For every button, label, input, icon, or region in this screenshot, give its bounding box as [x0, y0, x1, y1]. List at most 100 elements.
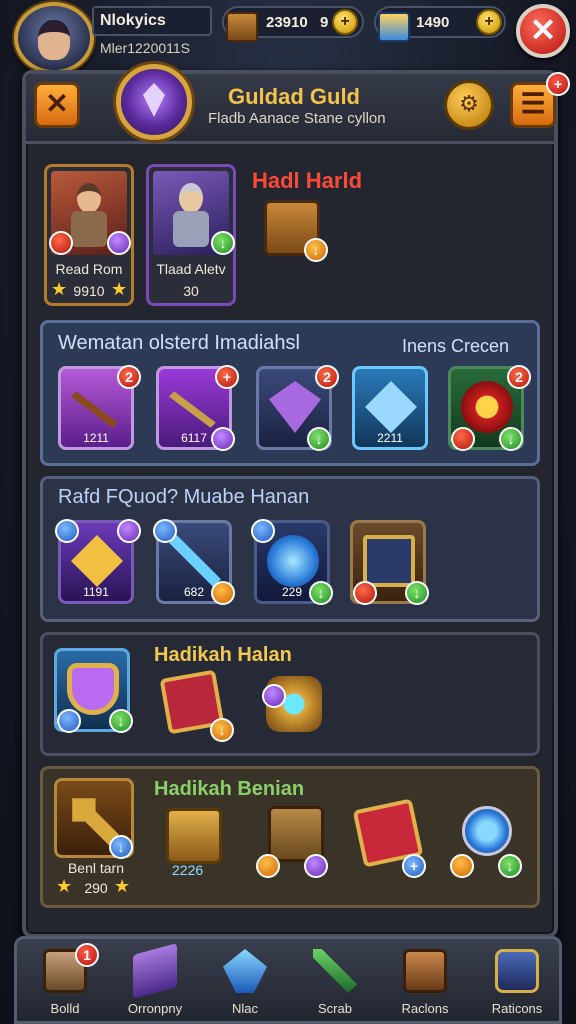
- orange-gem-icon: ↓: [210, 718, 234, 742]
- gold-crystal-icon: [71, 535, 123, 587]
- player-avatar[interactable]: [14, 2, 94, 74]
- guild-subtitle: Fladb Aanace Stane cyllon: [208, 110, 386, 127]
- menu-notification-badge: +: [546, 72, 570, 96]
- nav-item-nlac[interactable]: Nlac: [197, 939, 293, 1023]
- blue-star-icon[interactable]: [462, 806, 512, 856]
- blue-gem-icon: [223, 949, 267, 993]
- nav-label: Nlac: [231, 1001, 258, 1016]
- item-material-1[interactable]: 1191: [55, 519, 141, 604]
- blue-staff-icon: [169, 535, 221, 587]
- golden-hammer-icon: [72, 798, 119, 845]
- section-weapons-title: Wematan olsterd Imadiahsl: [58, 332, 300, 354]
- hero-name-2: Tlaad Aletv: [156, 261, 226, 277]
- upgrade-arrow-icon: ↓: [405, 581, 429, 605]
- upgrade-arrow-icon: ↓: [109, 835, 133, 859]
- item-weapon-1[interactable]: 1211 2: [58, 365, 141, 450]
- nav-label: Orronpny: [127, 1001, 183, 1016]
- upgrade-arrow-icon: ↓: [309, 581, 333, 605]
- chest-badge-icon: ↓: [304, 238, 328, 262]
- currency-gold-extra: 9: [320, 14, 329, 31]
- bottom-navigation: 1 Bolld Orronpny Nlac Scrab Raclons Rati…: [14, 936, 562, 1024]
- brown-chest-icon: [403, 949, 447, 993]
- item-relic-1[interactable]: ↓: [54, 648, 133, 733]
- item-number: 1191: [83, 585, 109, 599]
- nav-label: Raclons: [401, 1001, 449, 1016]
- purple-gem-icon: [262, 684, 286, 708]
- back-button[interactable]: ✕: [34, 82, 80, 128]
- add-gems-button[interactable]: +: [476, 9, 502, 35]
- nav-item-guild[interactable]: 1 Bolld: [17, 939, 113, 1023]
- hero-value-2: 30: [183, 283, 199, 299]
- blue-crystal-icon: [365, 381, 417, 433]
- item-material-4[interactable]: ↓: [350, 520, 429, 605]
- item-material-2[interactable]: 682: [153, 519, 235, 605]
- purple-gem-icon: [304, 854, 328, 878]
- green-sword-icon: [313, 949, 357, 993]
- nav-label: Bolld: [50, 1001, 80, 1016]
- item-weapon-2[interactable]: 6117 +: [156, 365, 239, 451]
- crossbow-icon: [71, 391, 118, 428]
- treasure-chest-icon: [226, 12, 258, 42]
- spell-book-icon: [363, 535, 415, 587]
- item-weapon-5[interactable]: 2 ↓: [448, 365, 531, 451]
- item-material-3[interactable]: 229 ↓: [251, 519, 333, 605]
- item-number: 2211: [377, 431, 403, 445]
- reward-number: 2226: [172, 862, 204, 878]
- player-name: Nlokyics: [100, 12, 166, 29]
- gear-icon: ⚙: [459, 91, 479, 116]
- nav-label: Raticons: [491, 1001, 543, 1016]
- gem-chest-icon: [378, 12, 410, 42]
- hero-name-1: Read Rom: [55, 261, 123, 277]
- add-gold-button[interactable]: +: [332, 9, 358, 35]
- blue-gem-icon: [153, 519, 177, 543]
- orange-gem-icon: [211, 581, 235, 605]
- upgrade-arrow-icon: ↓: [109, 709, 133, 733]
- purple-shield-icon: [269, 381, 321, 433]
- red-gem-icon: [49, 231, 73, 255]
- nav-item-scrab[interactable]: Scrab: [287, 939, 383, 1023]
- upgrade-arrow-icon: ↓: [211, 231, 235, 255]
- upgrade-arrow-icon: ↓: [499, 427, 523, 451]
- guild-settings-button[interactable]: ⚙: [444, 80, 494, 130]
- gold-chest-icon[interactable]: [166, 808, 222, 864]
- upgrade-arrow-icon: ↓: [498, 854, 522, 878]
- item-badge: 2: [117, 365, 141, 389]
- currency-gold-value: 23910: [266, 14, 308, 31]
- item-badge: +: [215, 365, 239, 389]
- heart-shield-icon: [67, 663, 119, 715]
- guild-emblem-icon: [116, 64, 192, 140]
- upgrade-arrow-icon: ↓: [307, 427, 331, 451]
- close-button[interactable]: ✕: [516, 4, 570, 58]
- star-icon: ★: [114, 876, 131, 896]
- item-weapon-3[interactable]: 2 ↓: [256, 365, 339, 451]
- section-rewards-title: Hadikah Benian: [154, 778, 305, 800]
- red-gem-icon: [353, 581, 377, 605]
- item-badge: 2: [507, 365, 531, 389]
- item-weapon-4[interactable]: 2211: [352, 366, 428, 450]
- purple-gem-icon: [211, 427, 235, 451]
- upgrade-arrow-icon: +: [402, 854, 426, 878]
- red-amulet-icon: [461, 381, 513, 433]
- purple-gem-icon: [107, 231, 131, 255]
- item-number: 1211: [83, 431, 109, 445]
- nav-item-company[interactable]: Orronpny: [107, 939, 203, 1023]
- hero-card-2[interactable]: ↓ Tlaad Aletv 30: [146, 164, 236, 306]
- hero-card-1[interactable]: Read Rom ★ 9910 ★: [44, 164, 134, 306]
- nav-item-raticons[interactable]: Raticons: [469, 939, 565, 1023]
- section-relics-title: Hadikah Halan: [154, 644, 292, 666]
- blue-gem-icon: [55, 519, 79, 543]
- hero-section-title: Hadl Harld: [252, 168, 363, 193]
- currency-gold[interactable]: 23910 9 +: [222, 6, 364, 42]
- blue-orb-icon: [267, 535, 319, 587]
- nav-notification-badge: 1: [75, 943, 99, 967]
- nav-item-raclons[interactable]: Raclons: [377, 939, 473, 1023]
- section-weapons-right-label: Inens Crecen: [402, 336, 510, 356]
- item-reward-1[interactable]: ↓: [54, 778, 134, 859]
- star-icon: ★: [111, 279, 128, 299]
- reward-name: Benl tarn: [67, 860, 125, 876]
- blue-badge-icon: [495, 949, 539, 993]
- currency-gems[interactable]: 1490 +: [374, 6, 506, 42]
- top-bar: Nlokyics Mler1220011S 23910 9 + 1490 + ✕: [0, 0, 576, 74]
- crossbow-gold-icon: [169, 391, 216, 428]
- blue-gem-icon: [57, 709, 81, 733]
